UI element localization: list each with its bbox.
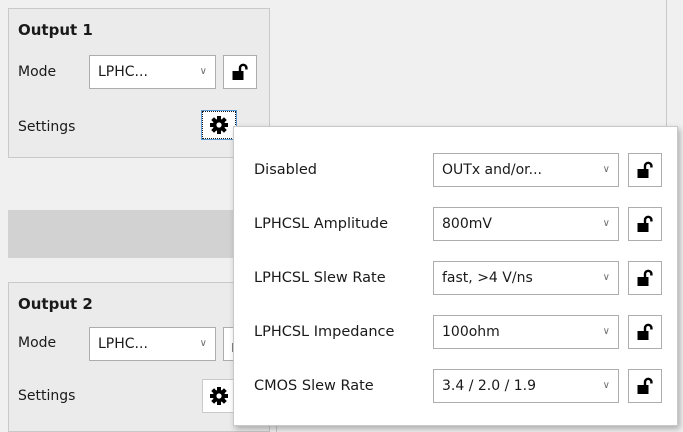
setting-label-lphcsl-amplitude: LPHCSL Amplitude [254, 216, 389, 232]
output2-settings-label: Settings [18, 388, 76, 404]
output1-settings-label: Settings [18, 119, 76, 135]
setting-value-lphcsl-amplitude: 800mV [442, 216, 492, 232]
setting-value-lphcsl-impedance: 100ohm [442, 324, 500, 340]
setting-value-disabled: OUTx and/or... [442, 162, 542, 178]
output1-mode-dropdown[interactable]: LPHC... ∨ [89, 55, 216, 89]
unlocked-padlock-icon [637, 161, 653, 178]
right-panel-border [666, 0, 667, 126]
unlocked-padlock-icon [637, 269, 653, 286]
setting-lock-button-cmos-slew-rate[interactable] [628, 369, 662, 403]
output1-panel: Output 1 Mode LPHC... ∨ Settings [8, 8, 270, 158]
gear-icon [210, 116, 228, 134]
setting-dropdown-lphcsl-slew-rate[interactable]: fast, >4 V/ns ∨ [433, 261, 619, 295]
output2-mode-dropdown[interactable]: LPHC... ∨ [89, 327, 216, 361]
setting-label-lphcsl-impedance: LPHCSL Impedance [254, 324, 395, 340]
chevron-down-icon: ∨ [602, 272, 610, 283]
setting-lock-button-lphcsl-slew-rate[interactable] [628, 261, 662, 295]
output1-mode-lock-button[interactable] [223, 55, 257, 89]
gear-icon [210, 387, 228, 405]
settings-popup: Disabled OUTx and/or... ∨ LPHCSL Amplitu… [233, 126, 678, 426]
setting-value-cmos-slew-rate: 3.4 / 2.0 / 1.9 [442, 378, 537, 394]
chevron-down-icon: ∨ [602, 218, 610, 229]
output2-title: Output 2 [18, 295, 93, 313]
output2-settings-button[interactable] [202, 379, 236, 413]
chevron-down-icon: ∨ [602, 380, 610, 391]
unlocked-padlock-icon [232, 63, 248, 80]
setting-dropdown-lphcsl-amplitude[interactable]: 800mV ∨ [433, 207, 619, 241]
output2-panel: Output 2 Mode LPHC... ∨ Settings [8, 282, 270, 432]
chevron-down-icon: ∨ [199, 338, 207, 349]
output1-mode-label: Mode [18, 64, 57, 80]
setting-lock-button-lphcsl-impedance[interactable] [628, 315, 662, 349]
output2-mode-value: LPHC... [98, 336, 148, 352]
setting-label-cmos-slew-rate: CMOS Slew Rate [254, 378, 374, 394]
setting-dropdown-cmos-slew-rate[interactable]: 3.4 / 2.0 / 1.9 ∨ [433, 369, 619, 403]
setting-lock-button-lphcsl-amplitude[interactable] [628, 207, 662, 241]
chevron-down-icon: ∨ [602, 164, 610, 175]
chevron-down-icon: ∨ [199, 66, 207, 77]
setting-dropdown-disabled[interactable]: OUTx and/or... ∨ [433, 153, 619, 187]
setting-label-disabled: Disabled [254, 162, 317, 178]
output1-settings-button[interactable] [201, 110, 237, 140]
unlocked-padlock-icon [637, 323, 653, 340]
setting-value-lphcsl-slew-rate: fast, >4 V/ns [442, 270, 533, 286]
unlocked-padlock-icon [637, 377, 653, 394]
setting-label-lphcsl-slew-rate: LPHCSL Slew Rate [254, 270, 386, 286]
output2-mode-label: Mode [18, 335, 57, 351]
unlocked-padlock-icon [637, 215, 653, 232]
setting-dropdown-lphcsl-impedance[interactable]: 100ohm ∨ [433, 315, 619, 349]
chevron-down-icon: ∨ [602, 326, 610, 337]
panel-divider-strip [8, 210, 270, 258]
setting-lock-button-disabled[interactable] [628, 153, 662, 187]
output1-title: Output 1 [18, 21, 93, 39]
output1-mode-value: LPHC... [98, 64, 148, 80]
